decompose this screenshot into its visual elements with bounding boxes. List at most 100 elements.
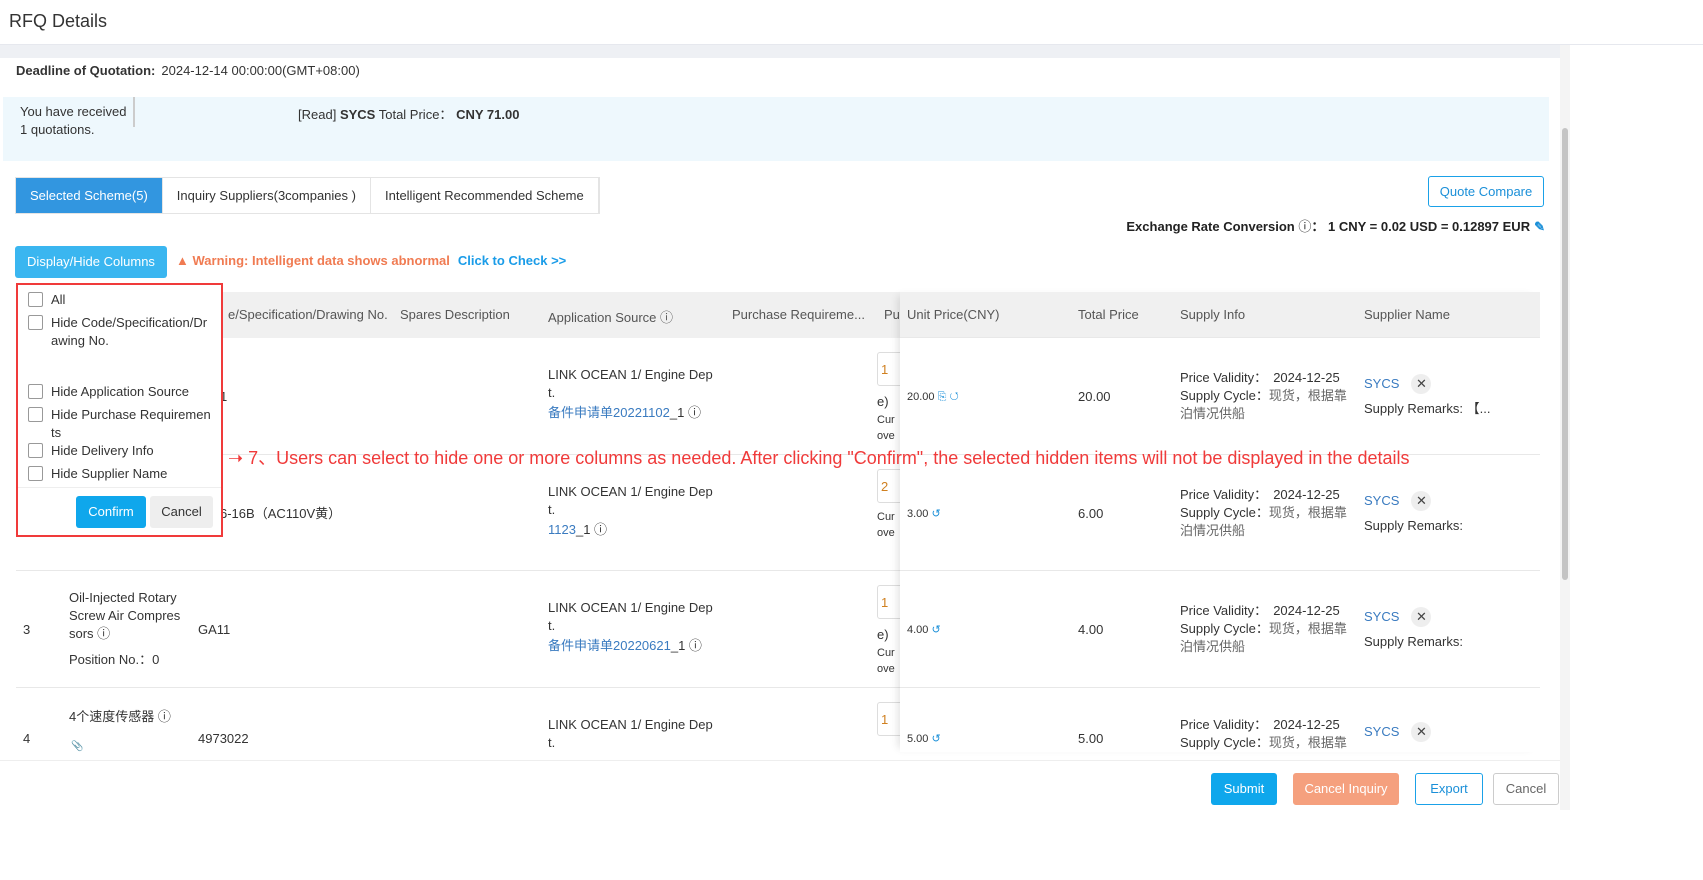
cancel-button[interactable]: Cancel <box>150 496 213 528</box>
tab-inquiry-suppliers[interactable]: Inquiry Suppliers(3companies ) <box>162 178 371 213</box>
quantity-input[interactable]: 1 <box>877 702 900 736</box>
cancel-footer-button[interactable]: Cancel <box>1493 773 1559 805</box>
info-icon: ⓘ <box>684 405 701 420</box>
divider <box>0 45 1560 58</box>
app-source-line2: t. <box>548 735 556 750</box>
validity-value: 2024-12-25 <box>1273 370 1340 385</box>
col-total-price: Total Price <box>1078 307 1139 322</box>
remove-icon[interactable]: ✕ <box>1411 722 1432 742</box>
scrollbar[interactable] <box>1560 45 1570 810</box>
col-supplier-name: Supplier Name <box>1364 307 1450 322</box>
option-label: Hide Code/Specification/Drawing No. <box>51 315 208 348</box>
tabs: Selected Scheme(5) Inquiry Suppliers(3co… <box>15 177 600 214</box>
cancel-inquiry-button[interactable]: Cancel Inquiry <box>1293 773 1399 805</box>
requisition-link[interactable]: 备件申请单20221102 <box>548 405 670 420</box>
price-validity: Price Validity： 2024-12-25 <box>1180 602 1347 620</box>
quantity-input[interactable]: 1 <box>877 585 900 619</box>
app-source-line2: t. <box>548 385 556 400</box>
remove-icon[interactable]: ✕ <box>1411 491 1432 511</box>
purchase-text: Cur <box>877 414 895 426</box>
supplier-link[interactable]: SYCS <box>1364 724 1399 739</box>
remove-icon[interactable]: ✕ <box>1411 607 1432 627</box>
history-icon[interactable]: ↺ <box>946 391 958 403</box>
supply-cycle: Supply Cycle：现货，根据靠 <box>1180 620 1347 638</box>
info-icon: ⓘ <box>154 709 171 724</box>
info-icon: ⓘ <box>685 638 702 653</box>
checkbox[interactable] <box>28 443 43 458</box>
col-code: e/Specification/Drawing No. <box>228 307 388 322</box>
price-validity: Price Validity： 2024-12-25 <box>1180 369 1347 387</box>
price-validity: Price Validity： 2024-12-25 <box>1180 486 1347 504</box>
column-option[interactable]: Hide Application Source <box>28 383 213 401</box>
purchase-cell: 1 <box>877 702 900 768</box>
deadline-value: 2024-12-14 00:00:00(GMT+08:00) <box>161 63 360 78</box>
confirm-button[interactable]: Confirm <box>76 496 146 528</box>
supply-info: Price Validity： 2024-12-25 Supply Cycle：现货… <box>1180 602 1347 656</box>
blank-area <box>0 810 1703 880</box>
part-name-text: 4个速度传感器 <box>69 709 155 724</box>
option-label: Hide Purchase Requirements <box>51 407 211 440</box>
column-option[interactable]: Hide Code/Specification/Drawing No. <box>28 314 213 350</box>
unit-price: 5.00 ↺ <box>907 730 941 748</box>
checkbox[interactable] <box>28 466 43 481</box>
checkbox[interactable] <box>28 407 43 422</box>
supplier: SYCS ✕ <box>1364 722 1432 742</box>
requisition-link[interactable]: 备件申请单20220621 <box>548 638 671 653</box>
requisition-link[interactable]: 1123 <box>548 522 576 537</box>
column-option[interactable]: Hide Delivery Info <box>28 442 213 460</box>
click-to-check-link[interactable]: Click to Check >> <box>458 253 566 268</box>
edit-icon[interactable]: ✎ <box>1534 219 1545 234</box>
total-price: 5.00 <box>1078 731 1104 746</box>
copy-icon[interactable]: ⎘ <box>935 391 947 403</box>
supplier-link[interactable]: SYCS <box>1364 493 1399 508</box>
column-option[interactable]: Hide Purchase Requirements <box>28 406 213 442</box>
app-source-line1: LINK OCEAN 1/ Engine Dep <box>548 484 713 499</box>
deadline-label: Deadline of Quotation: <box>16 63 156 78</box>
divider <box>18 487 221 488</box>
scrollbar-thumb[interactable] <box>1562 128 1568 580</box>
read-status: [Read] <box>298 107 337 122</box>
unit-price: 4.00 ↺ <box>907 621 941 639</box>
validity-label: Price Validity： <box>1180 370 1268 385</box>
display-hide-columns-button[interactable]: Display/Hide Columns <box>15 246 167 278</box>
history-icon[interactable]: ↺ <box>928 508 940 520</box>
remove-icon[interactable]: ✕ <box>1411 374 1432 394</box>
checkbox[interactable] <box>28 315 43 330</box>
checkbox[interactable] <box>28 292 43 307</box>
purchase-cell: 1 e) Cur ove <box>877 352 900 455</box>
tab-intelligent-recommended[interactable]: Intelligent Recommended Scheme <box>370 178 599 213</box>
history-icon[interactable]: ↺ <box>928 733 940 745</box>
submit-button[interactable]: Submit <box>1211 773 1277 805</box>
col-unit-price: Unit Price(CNY) <box>907 307 1000 322</box>
quote-compare-button[interactable]: Quote Compare <box>1428 176 1544 207</box>
option-label: Hide Application Source <box>51 384 190 399</box>
option-label: All <box>51 292 66 307</box>
supplier: SYCS ✕ <box>1364 374 1432 394</box>
part-name-text: Oil-Injected Rotary Screw Air Compres so… <box>69 590 181 641</box>
supply-cycle: Supply Cycle：现货，根据靠 <box>1180 387 1347 405</box>
divider <box>133 97 135 127</box>
supplier-link[interactable]: SYCS <box>1364 376 1399 391</box>
unit-price-value: 3.00 <box>907 508 929 520</box>
tab-selected-scheme[interactable]: Selected Scheme(5) <box>16 178 163 213</box>
col-app-source-label: Application Source <box>548 310 657 325</box>
validity-label: Price Validity： <box>1180 487 1268 502</box>
column-option[interactable]: Hide Supplier Name <box>28 465 213 483</box>
export-button[interactable]: Export <box>1415 773 1483 805</box>
attachment-icon[interactable]: 📎 <box>71 738 83 756</box>
column-option[interactable]: All <box>28 291 213 309</box>
validity-value: 2024-12-25 <box>1273 717 1340 732</box>
price-validity: Price Validity： 2024-12-25 <box>1180 716 1347 734</box>
validity-label: Price Validity： <box>1180 603 1268 618</box>
fixed-columns: Unit Price(CNY) Total Price Supply Info … <box>900 292 1540 752</box>
supply-cycle: Supply Cycle：现货，根据靠 <box>1180 734 1347 752</box>
quantity-input[interactable]: 2 <box>877 469 900 503</box>
fixed-row: 3.00 ↺ 6.00 Price Validity： 2024-12-25 Suppl… <box>900 455 1540 571</box>
footer: Submit Cancel Inquiry Export Cancel <box>0 760 1560 810</box>
history-icon[interactable]: ↺ <box>928 624 940 636</box>
supply-remarks: Supply Remarks: <box>1364 634 1463 649</box>
supplier: SYCS ✕ <box>1364 491 1432 511</box>
quantity-input[interactable]: 1 <box>877 352 900 386</box>
supplier-link[interactable]: SYCS <box>1364 609 1399 624</box>
checkbox[interactable] <box>28 384 43 399</box>
